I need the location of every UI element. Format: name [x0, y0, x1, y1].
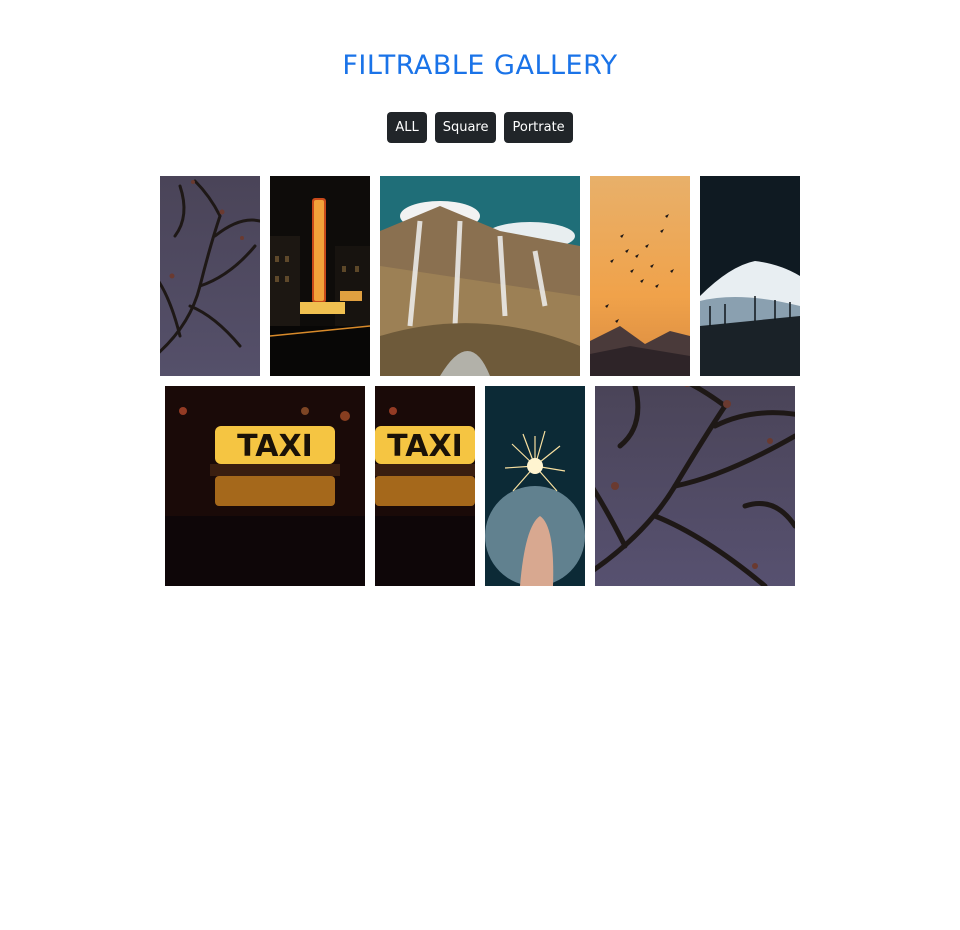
svg-text:TAXI: TAXI: [387, 429, 463, 464]
gallery-image-sparkler[interactable]: [485, 386, 585, 586]
gallery-image-snowy-mountain[interactable]: [700, 176, 800, 376]
gallery-image-taxi-sign-crop[interactable]: TAXI: [375, 386, 475, 586]
gallery-row: TAXI TAXI: [0, 386, 960, 586]
filter-portrait-button[interactable]: Portrate: [504, 112, 573, 143]
gallery-page: FILTRABLE GALLERY ALL Square Portrate TA…: [0, 0, 960, 930]
filter-all-button[interactable]: ALL: [387, 112, 427, 143]
page-title: FILTRABLE GALLERY: [342, 50, 618, 81]
gallery-image-taxi-sign[interactable]: TAXI: [165, 386, 365, 586]
gallery-image-tree-branches-large[interactable]: [595, 386, 795, 586]
gallery-image-tree-branches[interactable]: [160, 176, 260, 376]
gallery-image-chicago-theater[interactable]: [270, 176, 370, 376]
gallery-image-birds-sunset[interactable]: [590, 176, 690, 376]
gallery-image-waterfalls[interactable]: [380, 176, 580, 376]
filter-square-button[interactable]: Square: [434, 112, 497, 143]
filter-bar: ALL Square Portrate: [0, 112, 960, 143]
svg-text:TAXI: TAXI: [237, 429, 313, 464]
gallery-row: [0, 176, 960, 376]
